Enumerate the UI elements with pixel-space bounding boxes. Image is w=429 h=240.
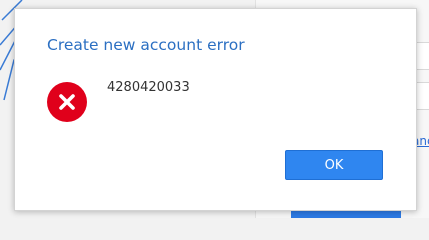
error-icon bbox=[47, 82, 87, 122]
close-x-glyph bbox=[59, 94, 75, 110]
error-message: 4280420033 bbox=[107, 80, 190, 95]
dialog-title: Create new account error bbox=[47, 36, 245, 54]
ok-button[interactable]: OK bbox=[285, 150, 383, 180]
error-dialog: Create new account error 4280420033 OK bbox=[14, 8, 417, 211]
